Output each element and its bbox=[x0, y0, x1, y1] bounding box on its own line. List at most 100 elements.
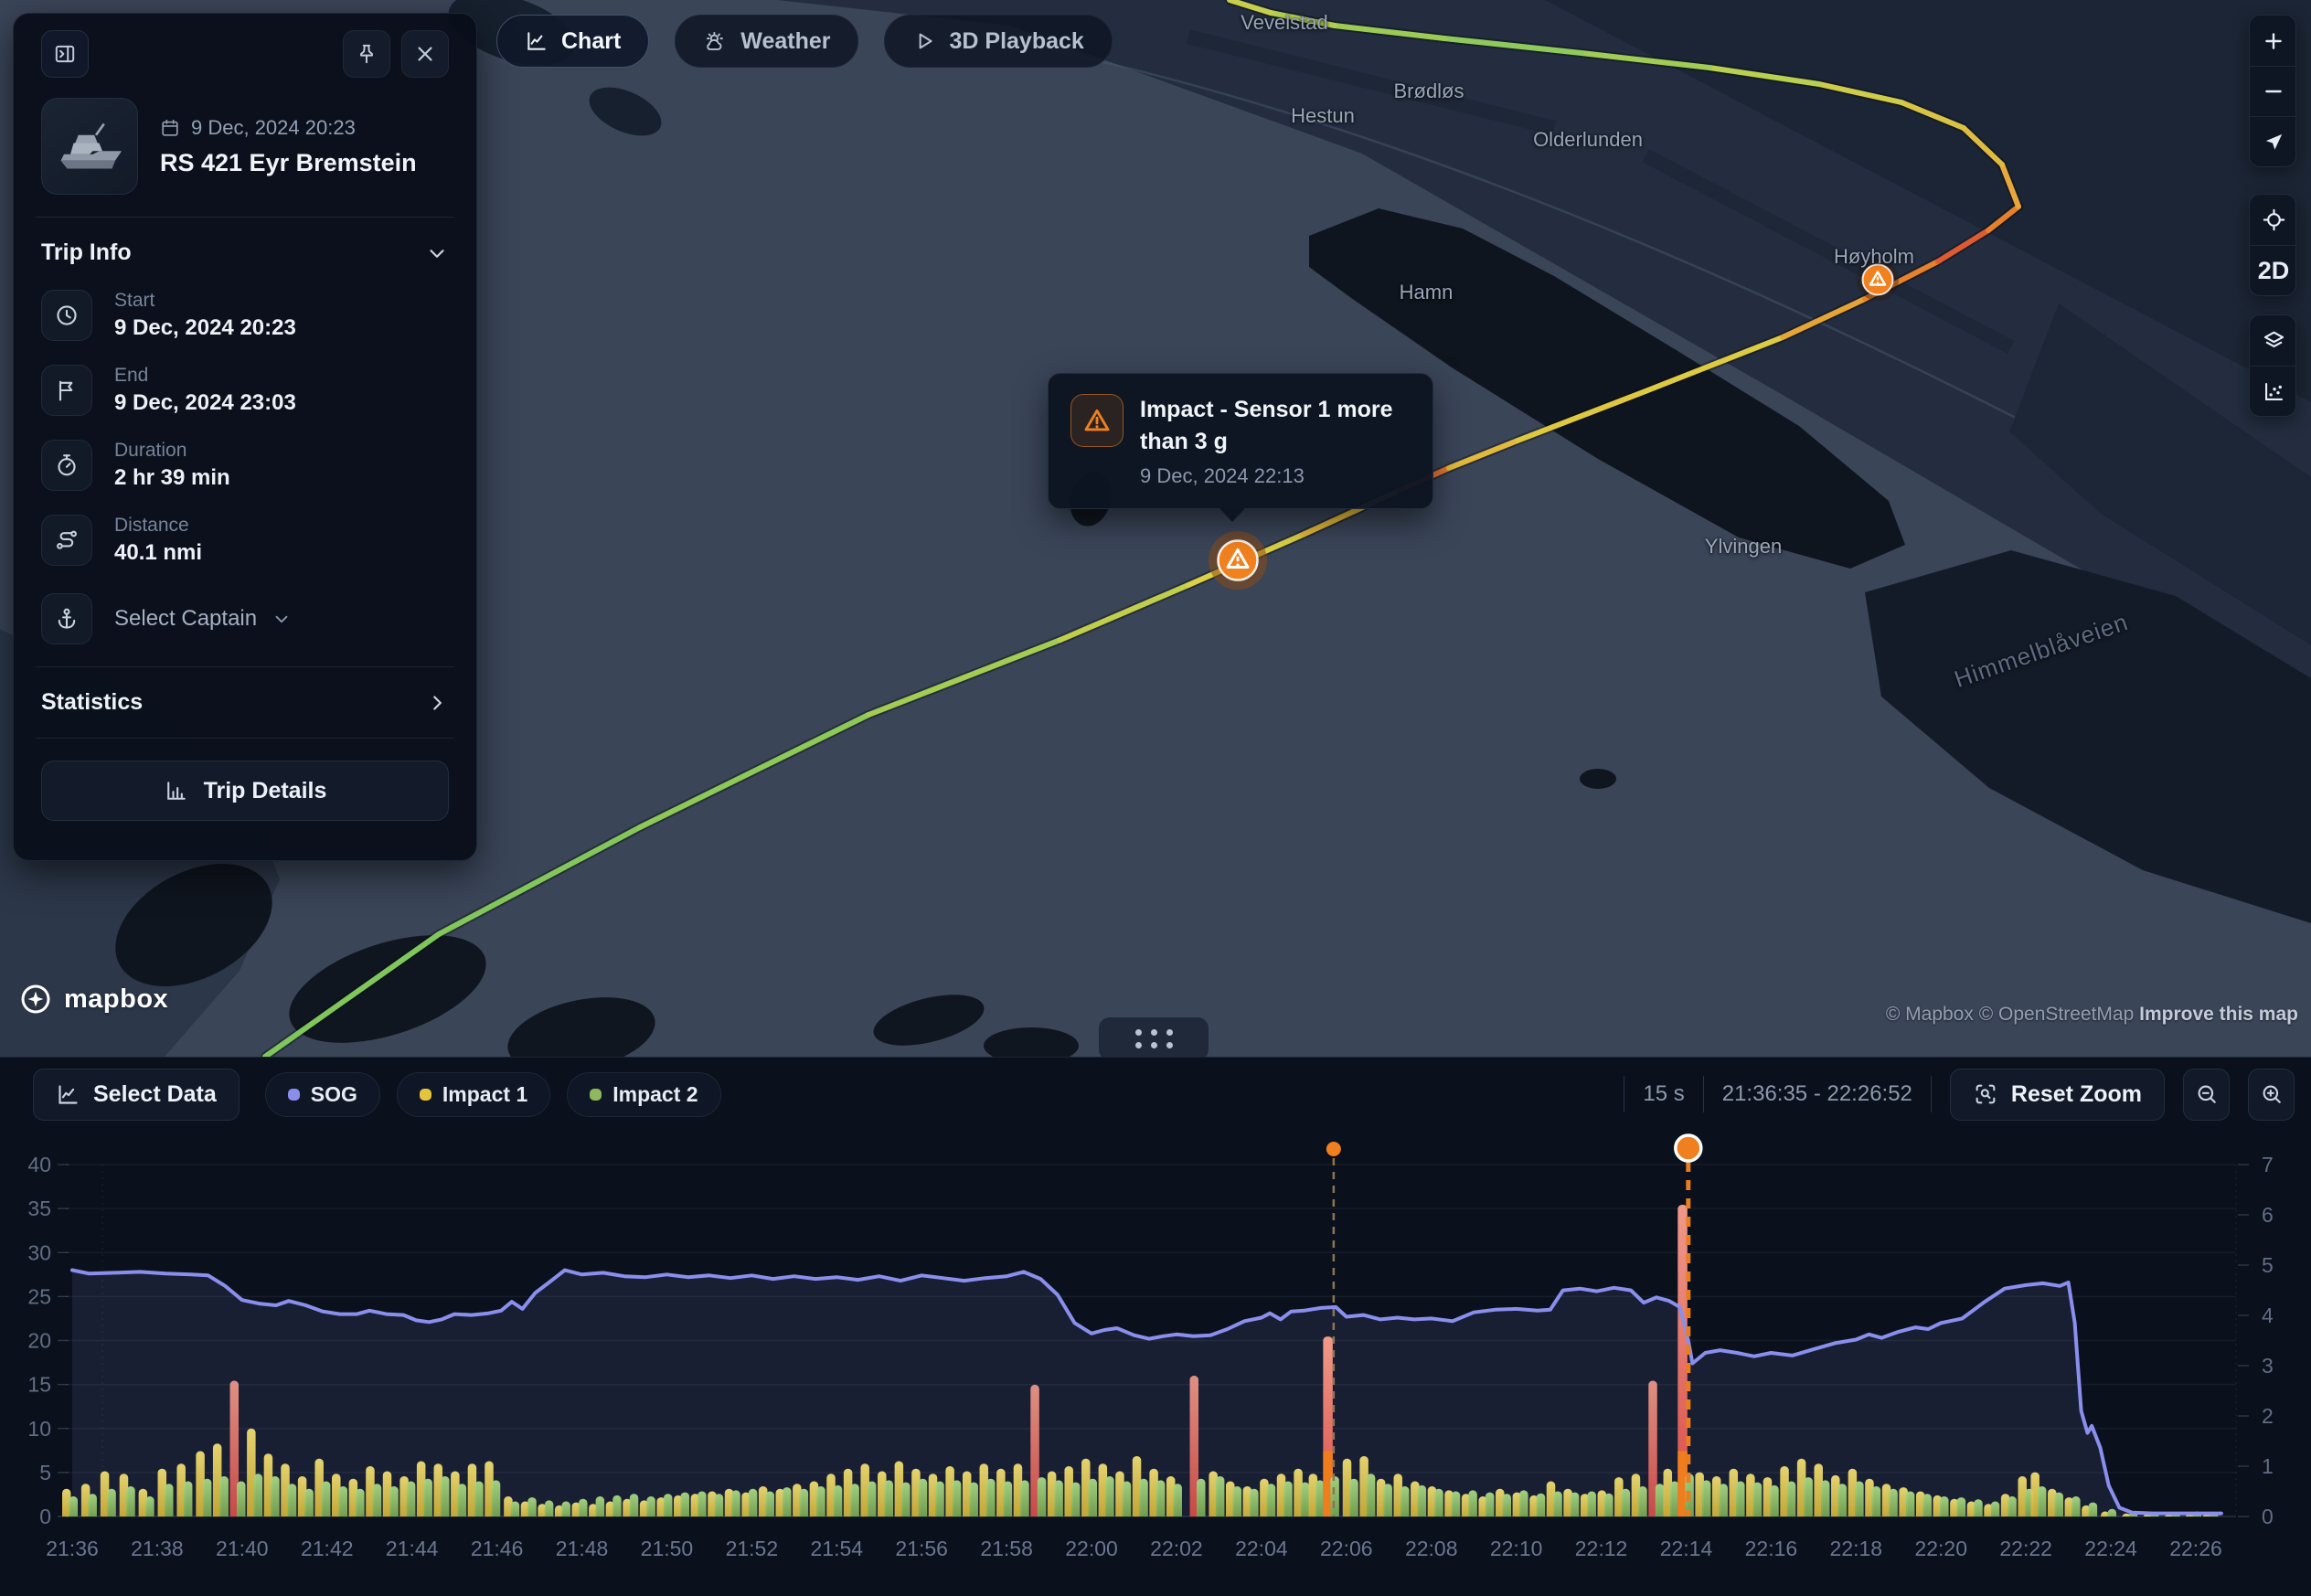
trip-info-section-toggle[interactable]: Trip Info bbox=[41, 239, 449, 266]
info-value: 9 Dec, 2024 23:03 bbox=[114, 390, 296, 416]
crosshair-icon bbox=[2262, 207, 2286, 232]
mapbox-logo[interactable]: mapbox bbox=[16, 980, 168, 1018]
trip-details-label: Trip Details bbox=[204, 778, 327, 804]
attribution-copyright: © Mapbox © OpenStreetMap bbox=[1886, 1004, 2134, 1025]
timeseries-chart[interactable]: 05101520253035400123456721:3621:3821:402… bbox=[0, 1058, 2311, 1596]
pin-panel-button[interactable] bbox=[343, 30, 390, 78]
anchor-icon bbox=[54, 606, 80, 632]
close-icon bbox=[413, 42, 437, 66]
flag-icon bbox=[54, 378, 80, 403]
warning-icon-box bbox=[1070, 394, 1124, 447]
vessel-name: RS 421 Eyr Bremstein bbox=[160, 149, 417, 177]
map-compass-button[interactable] bbox=[2250, 116, 2296, 166]
scatter-plot-button[interactable] bbox=[2250, 366, 2296, 416]
weather-icon bbox=[703, 29, 728, 54]
play-icon bbox=[912, 29, 936, 53]
boat-image bbox=[51, 108, 128, 185]
map-zoom-in-button[interactable] bbox=[2250, 16, 2296, 66]
chevron-down-icon bbox=[272, 609, 292, 629]
clock-icon bbox=[54, 303, 80, 328]
layers-button[interactable] bbox=[2250, 315, 2296, 366]
close-panel-button[interactable] bbox=[401, 30, 449, 78]
tooltip-title: Impact - Sensor 1 more than 3 g bbox=[1140, 394, 1411, 457]
info-label: Distance bbox=[114, 515, 202, 537]
svg-text:22:00: 22:00 bbox=[1065, 1537, 1118, 1560]
tooltip-caret bbox=[1219, 507, 1246, 522]
svg-text:6: 6 bbox=[2262, 1203, 2274, 1227]
map-zoom-out-button[interactable] bbox=[2250, 66, 2296, 116]
statistics-section-toggle[interactable]: Statistics bbox=[41, 689, 449, 716]
mapbox-wordmark: mapbox bbox=[64, 984, 168, 1015]
svg-text:21:42: 21:42 bbox=[301, 1537, 354, 1560]
map-layer-controls bbox=[2249, 314, 2296, 417]
view-tabs: Chart Weather 3D Playback bbox=[496, 15, 1113, 68]
svg-text:22:12: 22:12 bbox=[1575, 1537, 1628, 1560]
chevron-down-icon bbox=[425, 241, 449, 265]
svg-text:30: 30 bbox=[27, 1240, 51, 1264]
map-attribution: © Mapbox © OpenStreetMap Improve this ma… bbox=[1886, 1004, 2298, 1026]
pin-icon bbox=[355, 42, 378, 66]
map-canvas[interactable]: VevelstadHestunBrødløsOlderlundenHamnHøy… bbox=[0, 0, 2311, 1057]
tab-weather[interactable]: Weather bbox=[675, 15, 858, 68]
compass-icon bbox=[2262, 130, 2285, 154]
collapse-panel-button[interactable] bbox=[41, 30, 89, 78]
svg-text:40: 40 bbox=[27, 1153, 51, 1176]
map-2d-label: 2D bbox=[2258, 257, 2290, 285]
svg-text:21:38: 21:38 bbox=[131, 1537, 184, 1560]
tab-label: Weather bbox=[740, 28, 830, 55]
svg-text:21:54: 21:54 bbox=[810, 1537, 863, 1560]
select-captain-dropdown[interactable]: Select Captain bbox=[41, 593, 449, 644]
divider bbox=[36, 738, 454, 739]
event-dot-minor[interactable] bbox=[1326, 1142, 1341, 1156]
svg-text:21:40: 21:40 bbox=[216, 1537, 269, 1560]
calendar-icon bbox=[160, 118, 180, 138]
trip-details-button[interactable]: Trip Details bbox=[41, 761, 449, 821]
vessel-header: 9 Dec, 2024 20:23 RS 421 Eyr Bremstein bbox=[41, 98, 449, 195]
svg-text:22:08: 22:08 bbox=[1405, 1537, 1458, 1560]
improve-this-map-link[interactable]: Improve this map bbox=[2139, 1004, 2298, 1025]
svg-text:1: 1 bbox=[2262, 1454, 2274, 1478]
trip-info-row-duration: Duration2 hr 39 min bbox=[41, 440, 449, 491]
divider bbox=[36, 666, 454, 667]
statistics-title: Statistics bbox=[41, 689, 143, 716]
warning-triangle-icon bbox=[1081, 405, 1113, 436]
svg-text:3: 3 bbox=[2262, 1354, 2274, 1378]
impact-marker-secondary[interactable] bbox=[1857, 259, 1899, 301]
svg-text:22:14: 22:14 bbox=[1660, 1537, 1713, 1560]
svg-text:21:52: 21:52 bbox=[726, 1537, 779, 1560]
trip-info-title: Trip Info bbox=[41, 239, 132, 266]
scatter-plot-icon bbox=[2262, 379, 2286, 404]
svg-text:22:26: 22:26 bbox=[2169, 1537, 2222, 1560]
svg-text:7: 7 bbox=[2262, 1153, 2274, 1176]
event-dot-major[interactable] bbox=[1676, 1135, 1701, 1161]
app-root: VevelstadHestunBrødløsOlderlundenHamnHøy… bbox=[0, 0, 2311, 1596]
svg-text:22:10: 22:10 bbox=[1490, 1537, 1543, 1560]
locate-button[interactable] bbox=[2250, 195, 2296, 245]
svg-text:21:36: 21:36 bbox=[46, 1537, 99, 1560]
vessel-avatar bbox=[41, 98, 138, 195]
tooltip-time: 9 Dec, 2024 22:13 bbox=[1140, 464, 1411, 488]
svg-text:10: 10 bbox=[27, 1417, 51, 1441]
panel-resize-handle[interactable] bbox=[1099, 1017, 1209, 1057]
info-label: Start bbox=[114, 290, 296, 312]
map-2d-toggle-button[interactable]: 2D bbox=[2250, 245, 2296, 295]
svg-text:22:24: 22:24 bbox=[2084, 1537, 2137, 1560]
trip-info-row-distance: Distance 40.1 nmi bbox=[41, 515, 449, 566]
trip-info-row-start: Start 9 Dec, 2024 20:23 bbox=[41, 290, 449, 341]
svg-text:22:04: 22:04 bbox=[1235, 1537, 1288, 1560]
svg-text:0: 0 bbox=[39, 1505, 51, 1528]
mapbox-logo-icon bbox=[16, 980, 55, 1018]
panel-collapse-icon bbox=[53, 42, 77, 66]
svg-text:22:22: 22:22 bbox=[1999, 1537, 2052, 1560]
trip-panel: 9 Dec, 2024 20:23 RS 421 Eyr Bremstein T… bbox=[13, 13, 477, 861]
info-value: 9 Dec, 2024 20:23 bbox=[114, 315, 296, 341]
info-value: 40.1 nmi bbox=[114, 540, 202, 566]
tab-chart[interactable]: Chart bbox=[496, 15, 649, 68]
svg-text:15: 15 bbox=[27, 1373, 51, 1397]
route-icon bbox=[54, 527, 80, 553]
svg-text:21:56: 21:56 bbox=[895, 1537, 948, 1560]
tab-3d-playback[interactable]: 3D Playback bbox=[884, 15, 1112, 68]
tab-label: 3D Playback bbox=[949, 28, 1083, 55]
svg-text:22:16: 22:16 bbox=[1745, 1537, 1798, 1560]
impact-marker-selected[interactable] bbox=[1209, 531, 1267, 590]
